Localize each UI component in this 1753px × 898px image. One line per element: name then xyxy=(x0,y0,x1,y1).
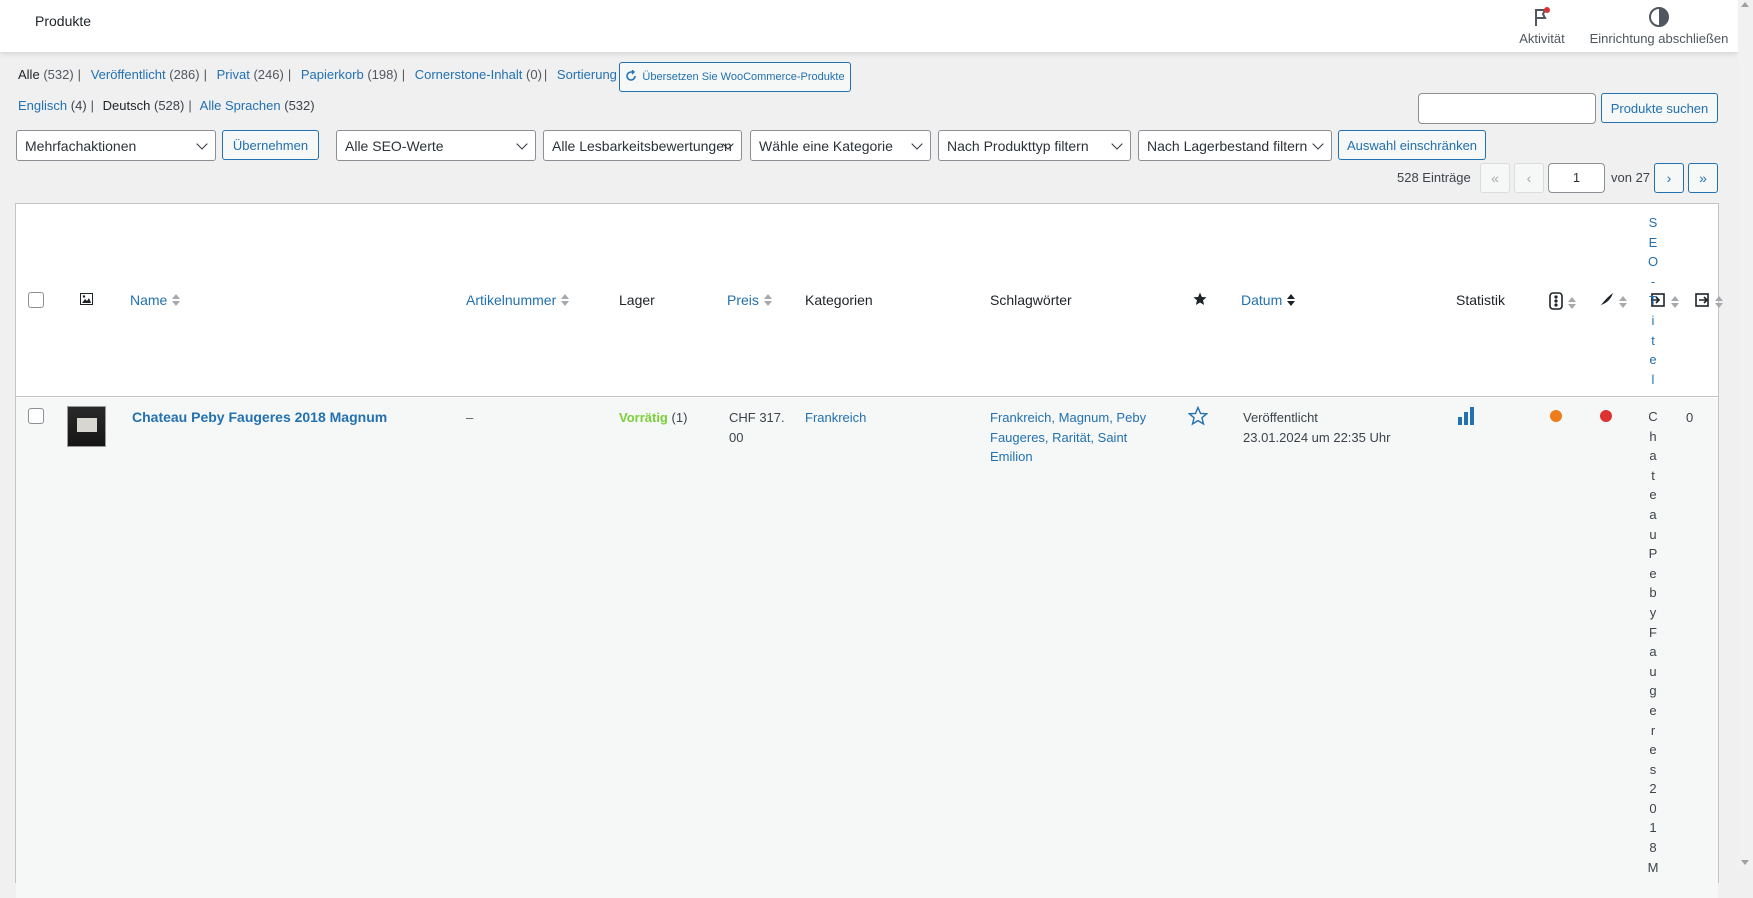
search-input[interactable] xyxy=(1418,93,1596,124)
sort-icon xyxy=(1715,295,1723,308)
translate-icon xyxy=(625,69,637,85)
next-page-button[interactable]: › xyxy=(1654,163,1684,193)
lang-german[interactable]: Deutsch xyxy=(103,98,151,113)
column-stock: Lager xyxy=(619,292,655,308)
first-page-button[interactable]: « xyxy=(1480,163,1510,193)
product-thumbnail[interactable] xyxy=(67,406,106,447)
category-filter-select[interactable]: Wähle eine Kategorie xyxy=(750,130,931,161)
page-title: Produkte xyxy=(35,13,92,29)
table-row[interactable]: Chateau Peby Faugeres 2018 Magnum – Vorr… xyxy=(16,398,1718,898)
vertical-scrollbar[interactable] xyxy=(1738,0,1753,869)
product-type-filter-select[interactable]: Nach Produkttyp filtern xyxy=(938,130,1131,161)
traffic-light-icon xyxy=(1549,292,1563,313)
total-pages: von 27 xyxy=(1611,170,1651,185)
filter-button[interactable]: Auswahl einschränken xyxy=(1338,130,1486,160)
stock-status: Vorrätig (1) xyxy=(619,410,688,425)
statistics-chart-icon[interactable] xyxy=(1457,407,1475,431)
publish-date: Veröffentlicht 23.01.2024 um 22:35 Uhr xyxy=(1243,410,1391,445)
items-count: 528 Einträge xyxy=(1397,170,1471,185)
image-column-header xyxy=(80,292,93,308)
sort-icon xyxy=(763,294,772,306)
lang-english[interactable]: Englisch xyxy=(18,98,67,113)
filter-private[interactable]: Privat xyxy=(217,67,250,82)
sort-icon xyxy=(1671,295,1679,308)
column-seo-score[interactable] xyxy=(1549,292,1576,313)
filter-trash[interactable]: Papierkorb xyxy=(301,67,364,82)
table-header: Name Artikelnummer Lager Preis Kategorie… xyxy=(16,204,1723,397)
bulk-action-select[interactable]: Mehrfachaktionen xyxy=(16,130,216,161)
chevron-down-icon xyxy=(1312,138,1324,150)
translate-products-button[interactable]: Übersetzen Sie WooCommerce-Produkte xyxy=(619,62,851,92)
column-name[interactable]: Name xyxy=(130,292,181,308)
readability-dot-icon xyxy=(1600,410,1612,422)
flag-icon xyxy=(1514,2,1570,28)
product-price: CHF 317. 00 xyxy=(729,410,785,445)
column-date[interactable]: Datum xyxy=(1241,292,1296,308)
search-products-button[interactable]: Produkte suchen xyxy=(1601,93,1718,123)
contrast-icon xyxy=(1588,2,1730,28)
setup-label: Einrichtung abschließen xyxy=(1589,31,1729,46)
chevron-down-icon xyxy=(911,138,923,150)
seo-filter-select[interactable]: Alle SEO-Werte xyxy=(336,130,536,161)
select-all-checkbox[interactable] xyxy=(28,292,44,308)
product-sku: – xyxy=(466,410,474,425)
stock-status-badge: Vorrätig xyxy=(619,410,668,425)
current-page-input[interactable]: 1 xyxy=(1548,163,1605,193)
product-name-link[interactable]: Chateau Peby Faugeres 2018 Magnum xyxy=(132,408,387,428)
readability-filter-select[interactable]: Alle Lesbarkeitsbewertungen xyxy=(543,130,742,161)
sort-icon xyxy=(1568,296,1576,309)
column-featured xyxy=(1193,292,1207,309)
sort-icon xyxy=(561,294,570,306)
tags-list[interactable]: Frankreich, Magnum, Peby Faugeres, Rarit… xyxy=(990,408,1146,467)
setup-button[interactable]: Einrichtung abschließen xyxy=(1588,2,1730,46)
category-link[interactable]: Frankreich xyxy=(805,408,866,428)
filter-sorting[interactable]: Sortierung xyxy=(557,67,617,82)
sort-icon xyxy=(172,294,181,306)
incoming-links-count: 0 xyxy=(1686,410,1694,425)
sort-icon xyxy=(1619,295,1627,308)
filter-all[interactable]: Alle xyxy=(18,67,40,82)
column-incoming-links[interactable] xyxy=(1694,292,1723,311)
seo-title-vertical-value: ChateauPebyFaugeres2018M xyxy=(1647,409,1659,875)
row-checkbox[interactable] xyxy=(28,408,44,424)
column-categories: Kategorien xyxy=(805,292,873,308)
status-filter-links: Alle (532) | Veröffentlicht (286) | Privat… xyxy=(18,67,617,82)
top-header: Produkte Aktivität Einrichtung abschließ… xyxy=(0,0,1738,52)
last-page-button[interactable]: » xyxy=(1688,163,1718,193)
products-table: Name Artikelnummer Lager Preis Kategorie… xyxy=(15,203,1723,898)
prev-page-button[interactable]: ‹ xyxy=(1514,163,1544,193)
language-filter-links: Englisch (4) | Deutsch (528) | Alle Sprach… xyxy=(18,98,315,113)
stock-filter-select[interactable]: Nach Lagerbestand filtern xyxy=(1138,130,1332,161)
apply-button[interactable]: Übernehmen xyxy=(222,130,319,160)
scroll-down-arrow-icon[interactable] xyxy=(1741,860,1749,865)
chevron-down-icon xyxy=(196,138,208,150)
seo-score-dot-icon xyxy=(1550,410,1562,422)
activity-button[interactable]: Aktivität xyxy=(1514,2,1570,46)
sort-icon xyxy=(1287,294,1296,306)
filter-cornerstone[interactable]: Cornerstone-Inhalt xyxy=(415,67,523,82)
chevron-down-icon xyxy=(516,138,528,150)
column-readability[interactable] xyxy=(1598,292,1627,311)
column-tags: Schlagwörter xyxy=(990,292,1072,308)
lang-all[interactable]: Alle Sprachen xyxy=(200,98,281,113)
filter-published[interactable]: Veröffentlicht xyxy=(91,67,166,82)
column-sku[interactable]: Artikelnummer xyxy=(466,292,570,308)
scroll-up-arrow-icon[interactable] xyxy=(1741,2,1749,7)
column-price[interactable]: Preis xyxy=(727,292,772,308)
incoming-links-icon xyxy=(1694,292,1710,311)
column-statistics: Statistik xyxy=(1456,292,1506,308)
activity-label: Aktivität xyxy=(1519,31,1565,46)
quill-icon xyxy=(1598,292,1614,311)
star-icon xyxy=(1193,292,1207,309)
seo-title-vertical-label[interactable]: SEO-Titel xyxy=(1647,213,1659,389)
featured-star-icon[interactable] xyxy=(1187,405,1209,432)
image-icon xyxy=(80,292,93,308)
chevron-down-icon xyxy=(1111,138,1123,150)
